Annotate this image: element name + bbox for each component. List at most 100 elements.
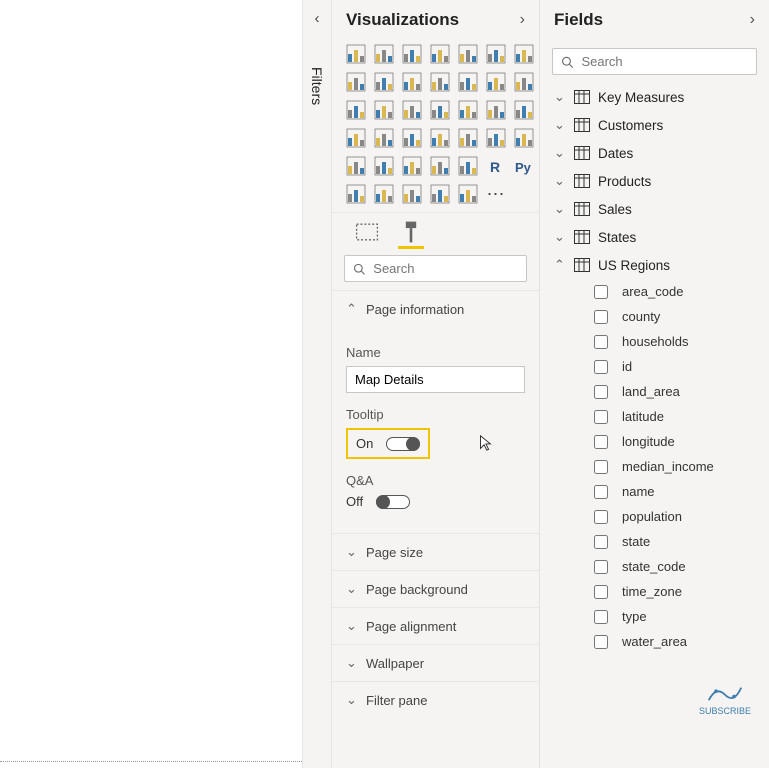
section-page-information[interactable]: ⌃ Page information	[332, 290, 539, 327]
field-checkbox[interactable]	[594, 510, 608, 524]
table-dates[interactable]: ⌄ Dates	[540, 139, 769, 167]
table-customers[interactable]: ⌄ Customers	[540, 111, 769, 139]
section-page-alignment[interactable]: ⌄ Page alignment	[332, 607, 539, 644]
section-page-size[interactable]: ⌄ Page size	[332, 533, 539, 570]
qa-toggle[interactable]	[376, 495, 410, 509]
collapse-viz-icon[interactable]: ›	[520, 11, 525, 29]
viz-stacked-area[interactable]	[400, 70, 424, 94]
field-state_code[interactable]: state_code	[564, 554, 769, 579]
viz-table[interactable]	[372, 154, 396, 178]
table-sales[interactable]: ⌄ Sales	[540, 195, 769, 223]
field-checkbox[interactable]	[594, 285, 608, 299]
chevron-down-icon: ⌄	[346, 618, 358, 634]
table-products[interactable]: ⌄ Products	[540, 167, 769, 195]
section-filter-pane[interactable]: ⌄ Filter pane	[332, 681, 539, 718]
viz-py-visual[interactable]: Py	[512, 154, 536, 178]
viz-decomp[interactable]	[456, 154, 480, 178]
collapse-fields-icon[interactable]: ›	[750, 11, 755, 29]
field-id[interactable]: id	[564, 354, 769, 379]
field-checkbox[interactable]	[594, 385, 608, 399]
field-checkbox[interactable]	[594, 410, 608, 424]
viz-area[interactable]	[372, 70, 396, 94]
viz-slicer[interactable]	[428, 126, 452, 150]
viz-multi-card[interactable]	[484, 126, 508, 150]
viz-narrative[interactable]	[400, 182, 424, 206]
field-latitude[interactable]: latitude	[564, 404, 769, 429]
viz-donut[interactable]	[456, 98, 480, 122]
field-type[interactable]: type	[564, 604, 769, 629]
viz-stacked-bar[interactable]	[344, 42, 368, 66]
field-state[interactable]: state	[564, 529, 769, 554]
field-water_area[interactable]: water_area	[564, 629, 769, 654]
field-checkbox[interactable]	[594, 435, 608, 449]
viz-line-col[interactable]	[428, 70, 452, 94]
field-median_income[interactable]: median_income	[564, 454, 769, 479]
viz-waterfall[interactable]	[512, 70, 536, 94]
field-checkbox[interactable]	[594, 535, 608, 549]
viz-stacked-bar-h[interactable]	[400, 42, 424, 66]
viz-search[interactable]	[344, 255, 527, 282]
field-population[interactable]: population	[564, 504, 769, 529]
field-time_zone[interactable]: time_zone	[564, 579, 769, 604]
fields-search[interactable]	[552, 48, 757, 75]
page-name-input[interactable]	[346, 366, 525, 393]
field-area_code[interactable]: area_code	[564, 279, 769, 304]
viz-arcgis[interactable]	[400, 126, 424, 150]
field-land_area[interactable]: land_area	[564, 379, 769, 404]
field-checkbox[interactable]	[594, 360, 608, 374]
viz-clustered-bar-h[interactable]	[428, 42, 452, 66]
viz-stacked-col-100[interactable]	[512, 42, 536, 66]
viz-paginated[interactable]	[428, 182, 452, 206]
tooltip-toggle[interactable]	[386, 437, 420, 451]
viz-get-more[interactable]	[456, 182, 480, 206]
viz-kpi[interactable]	[456, 126, 480, 150]
viz-pie[interactable]	[428, 98, 452, 122]
section-wallpaper[interactable]: ⌄ Wallpaper	[332, 644, 539, 681]
viz-line-col2[interactable]	[456, 70, 480, 94]
viz-clustered-col[interactable]	[484, 42, 508, 66]
field-county[interactable]: county	[564, 304, 769, 329]
viz-gauge[interactable]	[484, 98, 508, 122]
viz-qa-visual[interactable]	[372, 182, 396, 206]
field-checkbox[interactable]	[594, 310, 608, 324]
viz-table-viz[interactable]	[512, 126, 536, 150]
viz-scatter[interactable]	[344, 98, 368, 122]
filters-pane-collapsed[interactable]: ‹ Filters	[302, 0, 332, 768]
expand-filters-icon[interactable]: ‹	[315, 10, 320, 27]
viz-ribbon[interactable]	[484, 70, 508, 94]
section-page-background[interactable]: ⌄ Page background	[332, 570, 539, 607]
field-name[interactable]: name	[564, 479, 769, 504]
viz-key-influencers[interactable]	[344, 182, 368, 206]
field-checkbox[interactable]	[594, 560, 608, 574]
viz-treemap[interactable]	[400, 98, 424, 122]
tab-fields[interactable]	[354, 219, 380, 245]
viz-filled-map[interactable]	[372, 126, 396, 150]
field-checkbox[interactable]	[594, 335, 608, 349]
field-households[interactable]: households	[564, 329, 769, 354]
viz-line[interactable]	[344, 70, 368, 94]
viz-matrix2[interactable]	[400, 154, 424, 178]
viz-card[interactable]	[512, 98, 536, 122]
viz-funnel[interactable]	[372, 98, 396, 122]
field-longitude[interactable]: longitude	[564, 429, 769, 454]
viz-clustered-bar[interactable]	[372, 42, 396, 66]
field-name: state_code	[622, 559, 686, 574]
table-states[interactable]: ⌄ States	[540, 223, 769, 251]
fields-search-input[interactable]	[581, 54, 748, 69]
tab-format[interactable]	[398, 219, 424, 245]
table-us-regions[interactable]: ⌃ US Regions	[540, 251, 769, 279]
field-checkbox[interactable]	[594, 635, 608, 649]
report-canvas[interactable]	[0, 0, 302, 768]
more-visuals[interactable]: ⋯	[484, 182, 508, 206]
viz-search-input[interactable]	[373, 261, 518, 276]
viz-stacked-col[interactable]	[456, 42, 480, 66]
viz-matrix[interactable]	[344, 154, 368, 178]
table-key-measures[interactable]: ⌄ Key Measures	[540, 83, 769, 111]
field-checkbox[interactable]	[594, 485, 608, 499]
field-checkbox[interactable]	[594, 585, 608, 599]
field-checkbox[interactable]	[594, 460, 608, 474]
viz-r-visual[interactable]: R	[484, 154, 508, 178]
viz-map[interactable]	[344, 126, 368, 150]
viz-matrix3[interactable]	[428, 154, 452, 178]
field-checkbox[interactable]	[594, 610, 608, 624]
